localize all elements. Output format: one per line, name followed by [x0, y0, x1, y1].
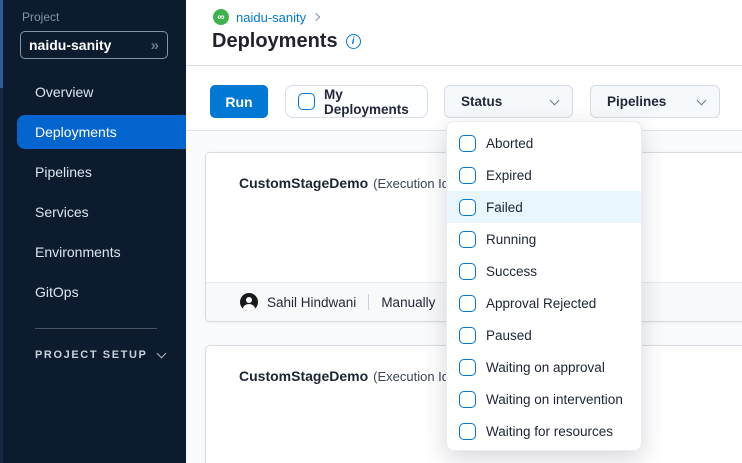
- status-option-success[interactable]: Success: [447, 255, 641, 287]
- sidebar-nav: Overview Deployments Pipelines Services …: [0, 72, 186, 312]
- status-option-label: Running: [486, 232, 536, 247]
- title-row: Deployments i: [212, 30, 361, 53]
- execution-id-label: (Execution Id: [373, 369, 449, 384]
- page-title: Deployments: [212, 30, 338, 53]
- checkbox-icon[interactable]: [459, 199, 476, 216]
- cd-module-icon: ∞: [213, 9, 229, 25]
- status-option-label: Waiting on approval: [486, 360, 605, 375]
- app-window: Project naidu-sanity » Overview Deployme…: [0, 0, 742, 463]
- pipeline-name: CustomStageDemo: [239, 368, 368, 384]
- sidebar-item-environments[interactable]: Environments: [0, 232, 186, 272]
- status-option-paused[interactable]: Paused: [447, 319, 641, 351]
- status-dropdown-menu: Aborted Expired Failed Running Success A…: [446, 121, 642, 451]
- user-avatar-icon: [240, 293, 258, 311]
- info-icon[interactable]: i: [346, 34, 361, 49]
- checkbox-icon[interactable]: [459, 263, 476, 280]
- status-option-label: Expired: [486, 168, 532, 183]
- project-sidebar: Project naidu-sanity » Overview Deployme…: [0, 0, 186, 463]
- status-option-waiting-on-intervention[interactable]: Waiting on intervention: [447, 383, 641, 415]
- checkbox-icon[interactable]: [459, 295, 476, 312]
- triggered-by-user: Sahil Hindwani: [267, 295, 356, 310]
- status-filter-dropdown[interactable]: Status: [444, 85, 573, 118]
- chevron-down-icon: [157, 349, 167, 359]
- sidebar-divider: [35, 328, 157, 329]
- pipelines-filter-label: Pipelines: [607, 94, 666, 109]
- pipelines-filter-dropdown[interactable]: Pipelines: [590, 85, 720, 118]
- status-filter-label: Status: [461, 94, 502, 109]
- sidebar-item-services[interactable]: Services: [0, 192, 186, 232]
- project-label: Project: [22, 10, 59, 24]
- chevron-down-icon: [697, 96, 707, 106]
- project-selector[interactable]: naidu-sanity »: [20, 31, 168, 59]
- status-option-waiting-on-approval[interactable]: Waiting on approval: [447, 351, 641, 383]
- deployment-title: CustomStageDemo (Execution Id: [239, 368, 449, 384]
- status-option-failed[interactable]: Failed: [447, 191, 641, 223]
- sidebar-item-deployments[interactable]: Deployments: [17, 115, 186, 149]
- breadcrumb: ∞ naidu-sanity: [213, 9, 319, 25]
- status-option-label: Success: [486, 264, 537, 279]
- page-header: ∞ naidu-sanity Deployments i: [186, 0, 742, 66]
- sidebar-item-overview[interactable]: Overview: [0, 72, 186, 112]
- sidebar-item-pipelines[interactable]: Pipelines: [0, 152, 186, 192]
- chevron-right-icon: [312, 13, 320, 21]
- checkbox-icon[interactable]: [459, 167, 476, 184]
- deployment-title: CustomStageDemo (Execution Id: [239, 175, 449, 191]
- checkbox-icon[interactable]: [459, 423, 476, 440]
- project-setup-label: PROJECT SETUP: [35, 349, 148, 361]
- status-option-label: Waiting on intervention: [486, 392, 623, 407]
- expand-icon[interactable]: »: [151, 37, 159, 54]
- checkbox-icon[interactable]: [459, 359, 476, 376]
- execution-id-label: (Execution Id: [373, 176, 449, 191]
- checkbox-icon[interactable]: [459, 327, 476, 344]
- run-button[interactable]: Run: [210, 85, 268, 118]
- chevron-down-icon: [550, 96, 560, 106]
- checkbox-icon[interactable]: [459, 135, 476, 152]
- checkbox-icon[interactable]: [459, 231, 476, 248]
- checkbox-icon[interactable]: [459, 391, 476, 408]
- sidebar-item-gitops[interactable]: GitOps: [0, 272, 186, 312]
- status-option-running[interactable]: Running: [447, 223, 641, 255]
- status-option-approval-rejected[interactable]: Approval Rejected: [447, 287, 641, 319]
- status-option-expired[interactable]: Expired: [447, 159, 641, 191]
- my-deployments-toggle[interactable]: My Deployments: [285, 85, 428, 118]
- status-option-label: Paused: [486, 328, 532, 343]
- project-setup-toggle[interactable]: PROJECT SETUP: [35, 349, 165, 361]
- project-name: naidu-sanity: [29, 37, 151, 53]
- status-option-label: Aborted: [486, 136, 533, 151]
- footer-separator: [368, 294, 369, 310]
- my-deployments-checkbox[interactable]: [298, 93, 315, 110]
- pipeline-name: CustomStageDemo: [239, 175, 368, 191]
- breadcrumb-project-link[interactable]: naidu-sanity: [236, 10, 306, 25]
- status-option-label: Waiting for resources: [486, 424, 613, 439]
- trigger-type: Manually: [381, 295, 435, 310]
- status-option-label: Failed: [486, 200, 523, 215]
- my-deployments-label: My Deployments: [324, 87, 427, 117]
- status-option-label: Approval Rejected: [486, 296, 596, 311]
- status-option-waiting-for-resources[interactable]: Waiting for resources: [447, 415, 641, 447]
- status-option-aborted[interactable]: Aborted: [447, 127, 641, 159]
